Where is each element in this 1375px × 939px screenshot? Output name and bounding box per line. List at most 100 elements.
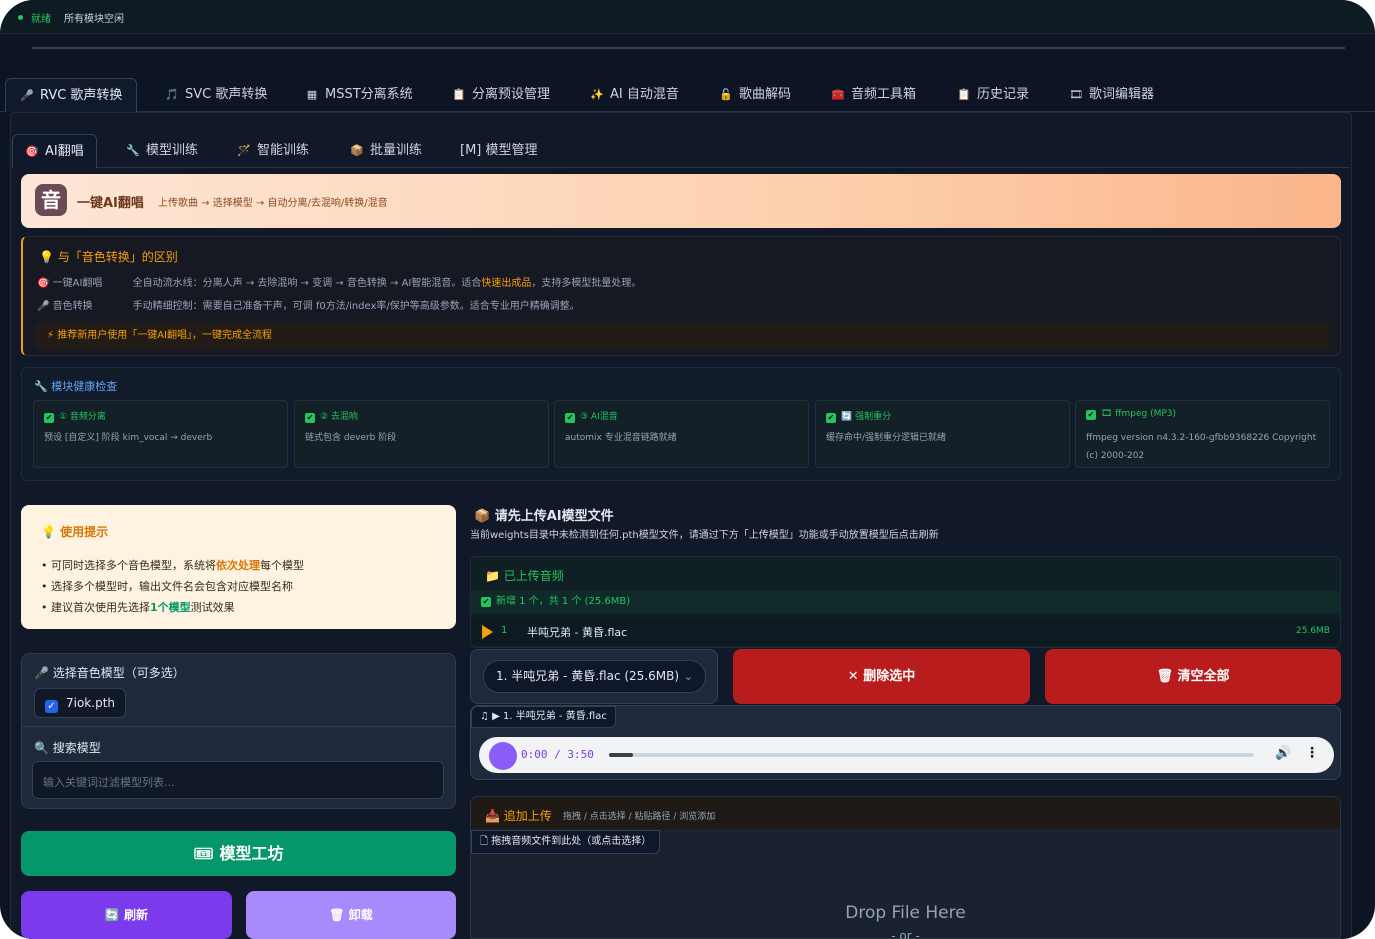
difference-text: 全自动流水线：分离人声 → 去除混响 → 变调 → 音色转换 → AI智能混音。…	[132, 278, 482, 289]
tab-ai-cover[interactable]: 🎯 AI翻唱	[12, 134, 97, 168]
check-icon: ✔	[481, 597, 491, 607]
tab-smart-train[interactable]: 🪄 智能训练	[237, 134, 309, 168]
health-card: ✔ ① 音频分离 预设 [自定义] 阶段 kim_vocal → deverb	[33, 400, 288, 468]
model-workshop-button[interactable]: 🎟 模型工坊	[21, 831, 456, 876]
health-card-desc: 预设 [自定义] 阶段 kim_vocal → deverb	[44, 433, 213, 443]
status-dot-icon	[18, 15, 23, 20]
button-label: 刷新	[124, 908, 149, 922]
tab-history[interactable]: 📋 历史记录	[957, 78, 1029, 112]
inbox-icon: 📥	[485, 809, 504, 823]
clipboard-icon: 📋	[452, 88, 466, 101]
tab-label: 历史记录	[977, 87, 1030, 102]
tab-automix[interactable]: ✨ AI 自动混音	[590, 78, 679, 112]
dropzone-label: 🗋 拖拽音频文件到此处（或点击选择）	[471, 830, 661, 854]
model-search-group: 🔍 搜索模型 输入关键词过滤模型列表...	[21, 727, 456, 809]
difference-key: 一键AI翻唱	[52, 278, 103, 289]
dropzone-text[interactable]: Drop File Here	[471, 903, 1340, 923]
tab-batch-train[interactable]: 📦 批量训练	[350, 134, 422, 168]
microphone-icon: 🎤	[37, 301, 50, 312]
file-size: 25.6MB	[1296, 626, 1330, 636]
tab-toolbox[interactable]: 🧰 音频工具箱	[831, 78, 916, 112]
tab-label: AI翻唱	[45, 144, 84, 159]
difference-text: 手动精细控制：需要自己准备干声，可调 f0方法/index率/保护等高级参数。适…	[132, 301, 580, 312]
file-row[interactable]: 1 半吨兄弟 - 黄昏.flac 25.6MB	[471, 619, 1340, 645]
delete-selected-button[interactable]: ✕ 删除选中	[733, 649, 1030, 704]
file-select-group: 1. 半吨兄弟 - 黄昏.flac (25.6MB) ⌄	[470, 649, 718, 704]
tips-list: • 可同时选择多个音色模型，系统将依次处理每个模型 • 选择多个模型时，输出文件…	[41, 555, 304, 618]
trash-icon: 🗑	[329, 908, 349, 922]
tab-svc[interactable]: 🎵 SVC 歌声转换	[165, 78, 267, 112]
film-icon: 🎞	[1069, 88, 1083, 101]
sparkles-icon: ✨	[590, 88, 604, 101]
button-label: 删除选中	[863, 669, 916, 684]
tab-label: MSST分离系统	[325, 87, 413, 102]
seek-slider[interactable]	[609, 753, 1254, 757]
usage-tips: 💡 使用提示 • 可同时选择多个音色模型，系统将依次处理每个模型 • 选择多个模…	[21, 505, 456, 629]
tips-title: 💡 使用提示	[41, 523, 108, 540]
tab-label: SVC 歌声转换	[185, 87, 268, 102]
health-card-desc: automix 专业混音链路就绪	[565, 433, 677, 443]
clipboard-icon: 📋	[957, 88, 971, 101]
tab-preset[interactable]: 📋 分离预设管理	[452, 78, 550, 112]
target-icon: 🎯	[37, 278, 50, 289]
recommend-tip-text: 推荐新用户使用「一键AI翻唱」，一键完成全流程	[57, 330, 272, 341]
divider	[32, 47, 1345, 49]
health-card-title: 🔄 强制重分	[841, 412, 892, 422]
more-options-icon[interactable]: ⋮	[1305, 745, 1319, 761]
tip-highlight: 依次处理	[215, 559, 260, 572]
toolbox-icon: 🧰	[831, 88, 845, 101]
clear-all-button[interactable]: 🗑 清空全部	[1045, 649, 1341, 704]
unlock-icon: 🔓	[719, 88, 733, 101]
target-icon: 🎯	[25, 145, 39, 158]
status-bar: 就绪 所有模块空闲	[0, 0, 1375, 34]
button-label: 卸载	[348, 908, 373, 922]
volume-icon[interactable]: 🔊	[1275, 746, 1291, 761]
health-card: ✔ 🔄 强制重分 缓存命中/强制重分逻辑已就绪	[815, 400, 1070, 468]
tip-highlight: 1个模型	[149, 601, 191, 614]
package-icon: 📦	[350, 144, 364, 157]
search-title: 🔍 搜索模型	[34, 739, 101, 756]
seek-progress	[609, 753, 633, 757]
health-card-title: ③ AI混音	[580, 412, 618, 422]
hero-banner: 音 一键AI翻唱 上传歌曲 → 选择模型 → 自动分离/去混响/转换/混音	[21, 174, 1341, 228]
tab-decode[interactable]: 🔓 歌曲解码	[719, 78, 791, 112]
file-select-value: 1. 半吨兄弟 - 黄昏.flac (25.6MB)	[496, 669, 680, 683]
list-item: • 可同时选择多个音色模型，系统将依次处理每个模型	[41, 555, 304, 576]
list-item: • 选择多个模型时，输出文件名会包含对应模型名称	[41, 580, 293, 593]
button-label: 模型工坊	[219, 844, 284, 863]
search-input[interactable]: 输入关键词过滤模型列表...	[32, 761, 444, 799]
upload-title-text: 请先上传AI模型文件	[494, 509, 614, 524]
file-select-dropdown[interactable]: 1. 半吨兄弟 - 黄昏.flac (25.6MB) ⌄	[483, 660, 706, 693]
tab-train[interactable]: 🔧 模型训练	[126, 134, 198, 168]
unload-button[interactable]: 🗑 卸载	[246, 891, 456, 939]
health-card-title: ① 音频分离	[59, 412, 106, 422]
tab-model-manage[interactable]: [M] 模型管理	[460, 134, 538, 168]
status-message: 所有模块空闲	[64, 14, 124, 25]
tab-label: 歌词编辑器	[1089, 87, 1155, 102]
play-icon[interactable]	[482, 625, 493, 639]
append-subtitle: 拖拽 / 点击选择 / 粘贴路径 / 浏览添加	[563, 812, 716, 822]
model-checkbox-7iok[interactable]: ✓ 7iok.pth	[34, 688, 127, 718]
chevron-down-icon: ⌄	[683, 670, 693, 683]
trash-icon: 🗑	[1156, 669, 1178, 684]
player-label: ♫ ▶ 1. 半吨兄弟 - 黄昏.flac	[471, 706, 616, 728]
music-note-icon: 🎵	[165, 88, 179, 101]
sub-tabs: 🎯 AI翻唱 🔧 模型训练 🪄 智能训练 📦 批量训练 [M] 模型管理	[12, 134, 1350, 168]
upload-model-desc: 当前weights目录中未检测到任何.pth模型文件，请通过下方「上传模型」功能…	[470, 530, 939, 541]
wrench-icon: 🔧	[34, 380, 52, 393]
tab-lyrics[interactable]: 🎞 歌词编辑器	[1069, 78, 1154, 112]
health-card: ✔ ② 去混响链式包含 deverb 阶段	[294, 400, 549, 468]
tab-label: 分离预设管理	[472, 87, 551, 102]
play-button[interactable]	[489, 742, 517, 770]
status-state: 就绪	[31, 14, 51, 25]
tab-msst[interactable]: ▦ MSST分离系统	[305, 78, 413, 112]
append-upload-panel: 📥 追加上传 拖拽 / 点击选择 / 粘贴路径 / 浏览添加 🗋 拖拽音频文件到…	[470, 796, 1341, 939]
health-card-title: ② 去混响	[320, 412, 358, 422]
tab-rvc[interactable]: 🎤 RVC 歌声转换	[5, 78, 138, 112]
tab-label: 音频工具箱	[851, 87, 917, 102]
check-icon: ✔	[305, 413, 315, 423]
folder-icon: 📁	[485, 569, 504, 583]
refresh-button[interactable]: 🔄 刷新	[21, 891, 232, 939]
health-card-desc: 链式包含 deverb 阶段	[305, 433, 397, 443]
file-name: 半吨兄弟 - 黄昏.flac	[527, 626, 628, 639]
